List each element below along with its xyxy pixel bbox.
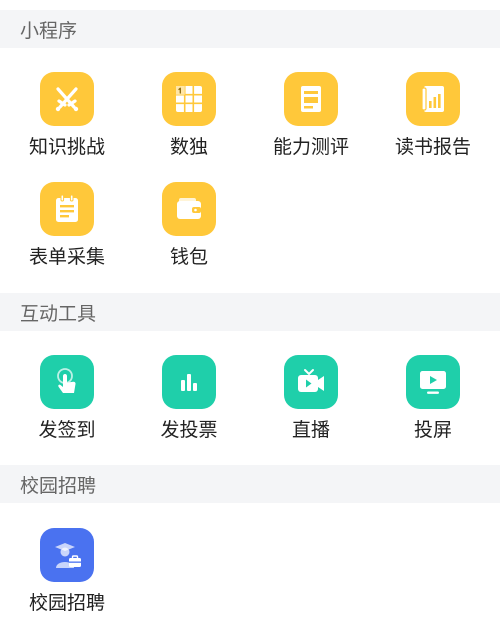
- section-title: 互动工具: [20, 302, 97, 325]
- grid-item-vote[interactable]: 发投票: [128, 355, 250, 441]
- tap-finger-icon: [40, 355, 94, 409]
- sudoku-grid-icon: [162, 72, 216, 126]
- item-label: 钱包: [169, 246, 208, 268]
- grid-item-reading-report[interactable]: 读书报告: [372, 72, 494, 158]
- section-title: 小程序: [20, 19, 78, 42]
- item-label: 数独: [169, 136, 208, 158]
- section-header-interactive-tools: 互动工具: [0, 293, 500, 331]
- section-header-campus-recruitment: 校园招聘: [0, 465, 500, 503]
- crossed-swords-icon: [40, 72, 94, 126]
- item-label: 读书报告: [394, 136, 471, 158]
- item-label: 能力测评: [272, 136, 349, 158]
- book-report-icon: [406, 72, 460, 126]
- grid-item-wallet[interactable]: 钱包: [128, 182, 250, 268]
- form-notepad-icon: [40, 182, 94, 236]
- grid-item-sudoku[interactable]: 数独: [128, 72, 250, 158]
- wallet-icon: [162, 182, 216, 236]
- item-label: 发投票: [160, 419, 218, 441]
- item-label: 表单采集: [28, 246, 105, 268]
- graduate-briefcase-icon: [40, 528, 94, 582]
- grid-item-screen-cast[interactable]: 投屏: [372, 355, 494, 441]
- bar-chart-icon: [162, 355, 216, 409]
- video-camera-icon: [284, 355, 338, 409]
- grid-item-check-in[interactable]: 发签到: [6, 355, 128, 441]
- item-label: 投屏: [413, 419, 452, 441]
- grid-item-form-collection[interactable]: 表单采集: [6, 182, 128, 268]
- item-label: 直播: [291, 419, 330, 441]
- grid-item-knowledge-challenge[interactable]: 知识挑战: [6, 72, 128, 158]
- item-label: 校园招聘: [28, 592, 105, 614]
- section-header-mini-programs: 小程序: [0, 10, 500, 48]
- grid-item-live[interactable]: 直播: [250, 355, 372, 441]
- section-title: 校园招聘: [20, 474, 97, 497]
- item-label: 知识挑战: [28, 136, 105, 158]
- assessment-doc-icon: [284, 72, 338, 126]
- grid-item-campus-recruitment[interactable]: 校园招聘: [6, 528, 128, 614]
- grid-item-ability-assessment[interactable]: 能力测评: [250, 72, 372, 158]
- item-label: 发签到: [38, 419, 96, 441]
- screen-cast-icon: [406, 355, 460, 409]
